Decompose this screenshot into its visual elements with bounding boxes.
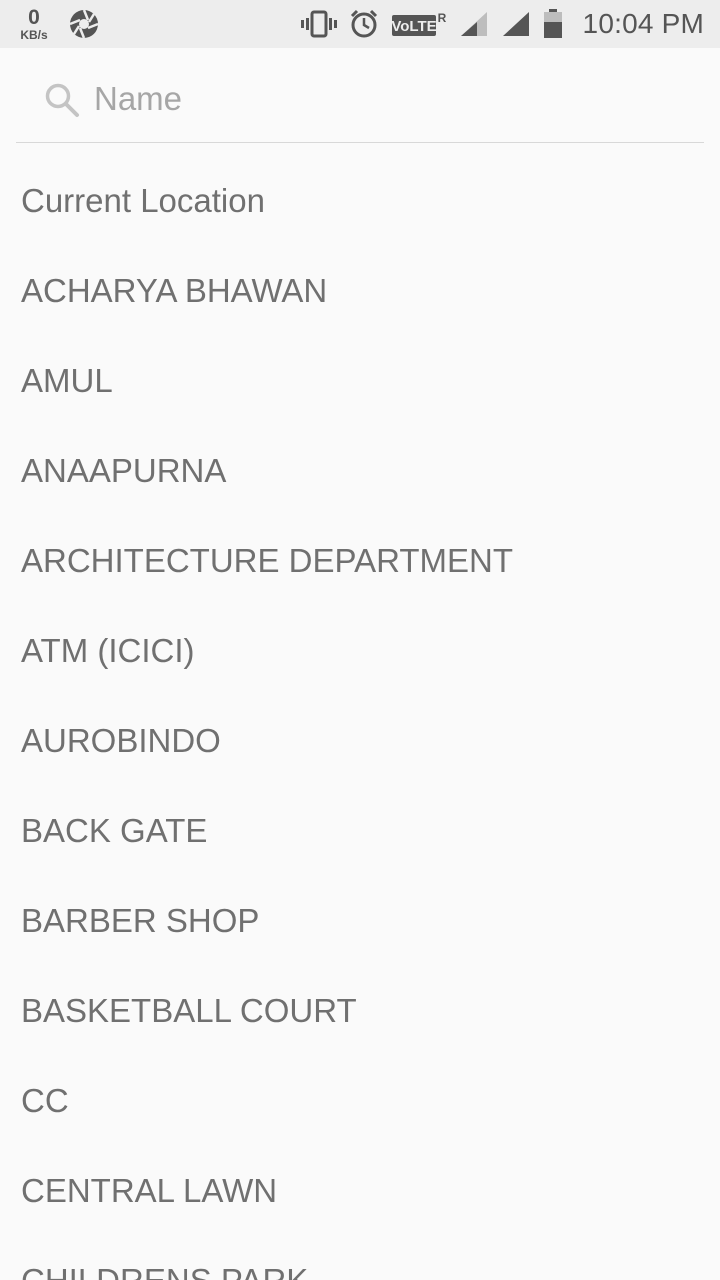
signal-icon: [501, 10, 531, 38]
location-list: Current Location ACHARYA BHAWAN AMUL ANA…: [0, 156, 720, 1280]
alarm-icon: [349, 9, 379, 39]
search-input[interactable]: [94, 74, 654, 124]
signal-icon: [459, 10, 489, 38]
battery-icon: [543, 9, 563, 39]
list-item[interactable]: CHILDRENS PARK: [0, 1236, 720, 1280]
list-item[interactable]: ARCHITECTURE DEPARTMENT: [0, 516, 720, 606]
list-item[interactable]: BACK GATE: [0, 786, 720, 876]
list-item[interactable]: AUROBINDO: [0, 696, 720, 786]
list-item[interactable]: AMUL: [0, 336, 720, 426]
volte-label: VoLTE: [391, 18, 436, 35]
network-speed-indicator: 0 KB/s: [14, 7, 54, 41]
search-icon: [45, 83, 79, 117]
clock-time: 10:04 PM: [582, 8, 704, 39]
network-speed-value: 0: [28, 6, 40, 29]
list-item[interactable]: ACHARYA BHAWAN: [0, 246, 720, 336]
list-item[interactable]: ANAAPURNA: [0, 426, 720, 516]
list-item[interactable]: BARBER SHOP: [0, 876, 720, 966]
roaming-label: R: [437, 11, 446, 25]
aperture-icon: [69, 9, 99, 39]
status-bar: 0 KB/s VoLTE R 10:04 PM: [0, 0, 720, 48]
list-item[interactable]: BASKETBALL COURT: [0, 966, 720, 1056]
list-item-current-location[interactable]: Current Location: [0, 156, 720, 246]
volte-icon: VoLTE R: [391, 10, 447, 38]
network-speed-unit: KB/s: [20, 28, 48, 42]
list-item[interactable]: CC: [0, 1056, 720, 1146]
list-item[interactable]: CENTRAL LAWN: [0, 1146, 720, 1236]
vibrate-icon: [300, 10, 337, 38]
list-item[interactable]: ATM (ICICI): [0, 606, 720, 696]
search-bar[interactable]: [16, 48, 704, 143]
